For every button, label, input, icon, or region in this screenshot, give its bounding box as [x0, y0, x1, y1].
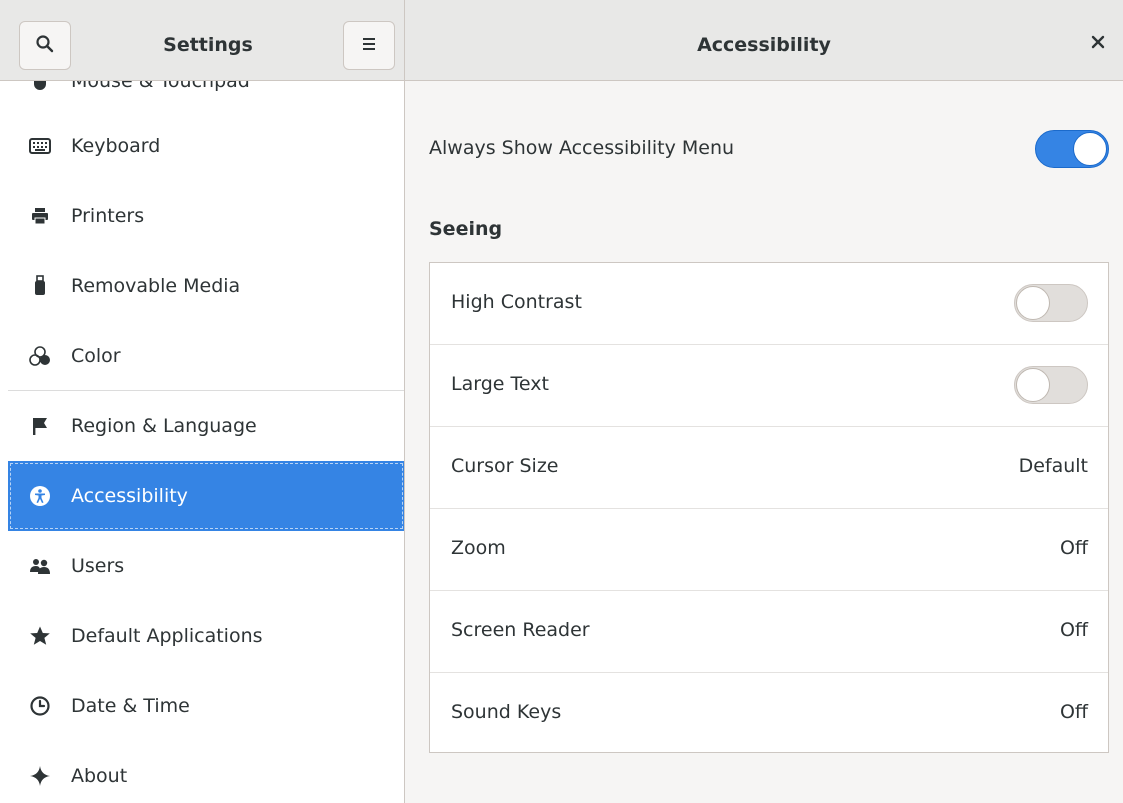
row-cursor-size[interactable]: Cursor Size Default: [430, 427, 1108, 509]
switch-knob: [1073, 132, 1107, 166]
row-value: Off: [1059, 537, 1088, 559]
sidebar-item-label: Keyboard: [71, 135, 161, 157]
row-value: Off: [1059, 619, 1088, 641]
always-show-menu-switch[interactable]: [1035, 130, 1109, 168]
accessibility-panel: Always Show Accessibility Menu Seeing Hi…: [405, 81, 1123, 803]
printer-icon: [28, 204, 52, 228]
sidebar-item-region-language[interactable]: Region & Language: [8, 391, 404, 461]
sidebar-item-accessibility[interactable]: Accessibility: [8, 461, 404, 531]
close-button[interactable]: [1089, 34, 1107, 52]
sidebar-item-label: Users: [71, 555, 125, 577]
clock-icon: [28, 694, 52, 718]
sidebar-item-removable-media[interactable]: Removable Media: [8, 251, 404, 321]
sidebar-item-label: About: [71, 765, 128, 787]
sidebar-item-label: Date & Time: [71, 695, 190, 717]
high-contrast-switch[interactable]: [1014, 284, 1088, 322]
color-icon: [28, 344, 52, 368]
usb-icon: [28, 274, 52, 298]
row-label: Large Text: [451, 373, 549, 395]
row-label: High Contrast: [451, 291, 582, 313]
sidebar-item-keyboard[interactable]: Keyboard: [8, 111, 404, 181]
sidebar-item-label: Accessibility: [71, 485, 188, 507]
header-bar: Settings Accessibility: [0, 0, 1123, 81]
row-label: Cursor Size: [451, 455, 559, 477]
sidebar-title: Settings: [163, 34, 253, 56]
sidebar-item-label: Mouse & Touchpad: [71, 81, 250, 92]
sidebar-item-label: Default Applications: [71, 625, 263, 647]
sidebar-item-about[interactable]: About: [8, 741, 404, 803]
seeing-section-title: Seeing: [429, 218, 503, 240]
row-sound-keys[interactable]: Sound Keys Off: [430, 673, 1108, 752]
row-value: Default: [1018, 455, 1088, 477]
accessibility-icon: [28, 484, 52, 508]
row-high-contrast[interactable]: High Contrast: [430, 263, 1108, 345]
hamburger-menu-icon: [361, 36, 377, 55]
sidebar-item-default-applications[interactable]: Default Applications: [8, 601, 404, 671]
large-text-switch[interactable]: [1014, 366, 1088, 404]
row-zoom[interactable]: Zoom Off: [430, 509, 1108, 591]
sidebar-item-label: Color: [71, 345, 121, 367]
sidebar-item-color[interactable]: Color: [8, 321, 404, 391]
sparkle-icon: [28, 764, 52, 788]
sidebar-item-label: Removable Media: [71, 275, 241, 297]
sidebar-item-label: Printers: [71, 205, 145, 227]
sidebar-item-printers[interactable]: Printers: [8, 181, 404, 251]
menu-button[interactable]: [343, 21, 395, 70]
panel-title: Accessibility: [697, 34, 831, 56]
sidebar: Mouse & Touchpad Keyboard Printers Remov…: [0, 81, 405, 803]
row-value: Off: [1059, 701, 1088, 723]
row-label: Zoom: [451, 537, 506, 559]
row-label: Screen Reader: [451, 619, 590, 641]
switch-knob: [1016, 286, 1050, 320]
row-screen-reader[interactable]: Screen Reader Off: [430, 591, 1108, 673]
always-show-menu-label: Always Show Accessibility Menu: [429, 137, 735, 159]
row-label: Sound Keys: [451, 701, 562, 723]
sidebar-item-label: Region & Language: [71, 415, 257, 437]
search-icon: [35, 34, 55, 58]
mouse-icon: [28, 81, 52, 93]
search-button[interactable]: [19, 21, 71, 70]
row-large-text[interactable]: Large Text: [430, 345, 1108, 427]
close-icon: [1091, 34, 1105, 53]
star-icon: [28, 624, 52, 648]
sidebar-header: Settings: [0, 0, 405, 81]
keyboard-icon: [28, 134, 52, 158]
users-icon: [28, 554, 52, 578]
sidebar-item-users[interactable]: Users: [8, 531, 404, 601]
flag-icon: [28, 414, 52, 438]
switch-knob: [1016, 368, 1050, 402]
always-show-menu-row: Always Show Accessibility Menu: [429, 121, 1109, 177]
sidebar-item-date-time[interactable]: Date & Time: [8, 671, 404, 741]
seeing-list: High Contrast Large Text Cursor Size Def…: [429, 262, 1109, 753]
